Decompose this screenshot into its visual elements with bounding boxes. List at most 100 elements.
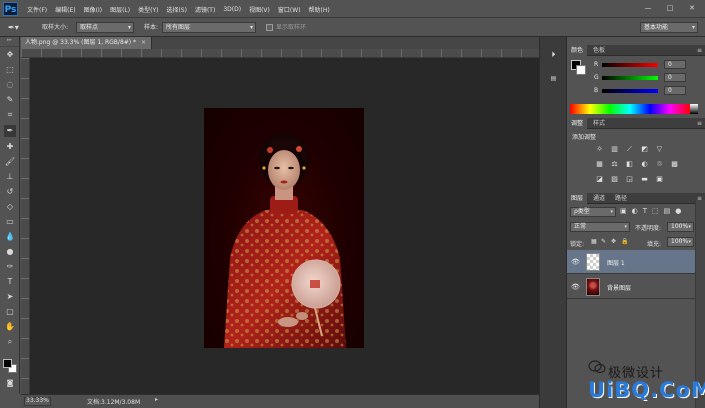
- tab-paths[interactable]: 路径: [611, 193, 631, 204]
- eraser-tool-icon[interactable]: ◇: [4, 201, 16, 213]
- menu-edit[interactable]: 编辑(E): [55, 5, 75, 14]
- gradient-map-icon[interactable]: ▬: [640, 175, 649, 183]
- eyedropper-preset-icon[interactable]: ✒▾: [8, 22, 19, 33]
- gradient-tool-icon[interactable]: ▭: [4, 216, 16, 228]
- green-slider[interactable]: [602, 76, 658, 80]
- document-tab[interactable]: 人物.png @ 33.3% (图层 1, RGB/8#) * ×: [21, 37, 152, 49]
- adjustments-panel-menu-icon[interactable]: ≡: [697, 118, 702, 129]
- eyedropper-tool-icon[interactable]: ✒: [4, 125, 16, 137]
- color-panel-menu-icon[interactable]: ≡: [697, 45, 702, 56]
- close-button[interactable]: ✕: [685, 3, 699, 14]
- blur-tool-icon[interactable]: 💧: [4, 231, 16, 243]
- menu-help[interactable]: 帮助(H): [309, 5, 330, 14]
- blend-mode-dropdown[interactable]: 正常: [570, 222, 630, 232]
- tab-layers[interactable]: 图层: [567, 193, 588, 204]
- menu-3d[interactable]: 3D(D): [223, 6, 241, 13]
- menu-window[interactable]: 窗口(W): [278, 5, 301, 14]
- filter-shape-icon[interactable]: ⬚: [652, 207, 659, 215]
- clone-stamp-tool-icon[interactable]: ⊥: [4, 171, 16, 183]
- filter-type-icon[interactable]: T: [643, 207, 647, 215]
- visibility-eye-icon[interactable]: 👁: [571, 258, 580, 266]
- threshold-icon[interactable]: ◲: [625, 175, 634, 183]
- lock-all-icon[interactable]: 🔒: [621, 238, 628, 245]
- exposure-icon[interactable]: ◩: [640, 145, 649, 153]
- lock-move-icon[interactable]: ✥: [611, 238, 616, 245]
- layers-scrollbar[interactable]: [695, 200, 705, 408]
- sample-size-dropdown[interactable]: 取样点: [76, 22, 134, 33]
- move-tool-icon[interactable]: ✥: [4, 49, 16, 61]
- lock-paint-icon[interactable]: ✎: [601, 238, 606, 245]
- zoom-tool-icon[interactable]: ⌕: [4, 336, 16, 348]
- color-panel-background-swatch[interactable]: [576, 65, 586, 75]
- curves-icon[interactable]: ⟋: [625, 145, 634, 153]
- sample-dropdown[interactable]: 所有图层: [162, 22, 256, 33]
- tools-grip[interactable]: ▸▸: [0, 37, 19, 47]
- spot-heal-tool-icon[interactable]: ✚: [4, 141, 16, 153]
- lasso-tool-icon[interactable]: ◌: [4, 79, 16, 91]
- blue-value[interactable]: 0: [664, 86, 686, 95]
- tab-channels[interactable]: 通道: [589, 193, 609, 204]
- menu-type[interactable]: 类型(Y): [138, 5, 158, 14]
- history-panel-icon[interactable]: ⏵: [547, 49, 560, 61]
- menu-filter[interactable]: 滤镜(T): [195, 5, 215, 14]
- lock-transparent-icon[interactable]: ▦: [591, 238, 597, 245]
- status-menu-arrow-icon[interactable]: ▸: [155, 396, 158, 403]
- show-ring-checkbox[interactable]: [266, 24, 273, 31]
- document-tab-close-icon[interactable]: ×: [141, 39, 146, 46]
- menu-layer[interactable]: 图层(L): [110, 5, 130, 14]
- menu-file[interactable]: 文件(F): [27, 5, 47, 14]
- workspace-dropdown[interactable]: 基本功能: [640, 22, 698, 33]
- photo-filter-icon[interactable]: ◐: [640, 160, 649, 168]
- color-balance-icon[interactable]: ⚖: [610, 160, 619, 168]
- brush-tool-icon[interactable]: 🖌: [4, 156, 16, 168]
- document-image[interactable]: [204, 108, 364, 348]
- layer-row[interactable]: 👁 背景图层: [567, 275, 695, 299]
- invert-icon[interactable]: ◪: [595, 175, 604, 183]
- path-select-tool-icon[interactable]: ➤: [4, 291, 16, 303]
- visibility-eye-icon[interactable]: 👁: [571, 283, 580, 291]
- history-brush-tool-icon[interactable]: ↺: [4, 186, 16, 198]
- tab-styles[interactable]: 样式: [589, 118, 609, 129]
- tab-swatches[interactable]: 色板: [589, 45, 609, 56]
- minimize-button[interactable]: —: [641, 3, 655, 14]
- color-lookup-icon[interactable]: ▩: [670, 160, 679, 168]
- filter-toggle-icon[interactable]: ●: [675, 207, 681, 215]
- levels-icon[interactable]: ▥: [610, 145, 619, 153]
- opacity-input[interactable]: 100%: [667, 222, 694, 232]
- channel-mixer-icon[interactable]: ♲: [655, 160, 664, 168]
- dodge-tool-icon[interactable]: ●: [4, 246, 16, 258]
- type-tool-icon[interactable]: T: [4, 276, 16, 288]
- brightness-icon[interactable]: ☼: [595, 145, 604, 153]
- marquee-tool-icon[interactable]: ⬚: [4, 64, 16, 76]
- filter-smart-icon[interactable]: ▤: [664, 207, 671, 215]
- foreground-color-swatch[interactable]: [3, 359, 12, 368]
- menu-image[interactable]: 图像(I): [84, 5, 102, 14]
- canvas-area[interactable]: [30, 58, 539, 394]
- quick-mask-icon[interactable]: ◙: [4, 377, 16, 389]
- pen-tool-icon[interactable]: ✑: [4, 261, 16, 273]
- selective-color-icon[interactable]: ▣: [655, 175, 664, 183]
- filter-adjust-icon[interactable]: ◐: [632, 207, 638, 215]
- red-slider[interactable]: [602, 63, 658, 67]
- posterize-icon[interactable]: ▨: [610, 175, 619, 183]
- menu-select[interactable]: 选择(S): [166, 5, 187, 14]
- green-value[interactable]: 0: [664, 73, 686, 82]
- quick-select-tool-icon[interactable]: ✎: [4, 94, 16, 106]
- menu-view[interactable]: 视图(V): [249, 5, 270, 14]
- color-spectrum-ramp[interactable]: [570, 104, 690, 114]
- crop-tool-icon[interactable]: ⌗: [4, 109, 16, 121]
- layer-row[interactable]: 👁 图层 1: [567, 250, 695, 274]
- vibrance-icon[interactable]: ▽: [655, 145, 664, 153]
- tab-adjustments[interactable]: 调整: [567, 118, 588, 129]
- filter-pixel-icon[interactable]: ▣: [620, 207, 627, 215]
- red-value[interactable]: 0: [664, 60, 686, 69]
- grayscale-ramp[interactable]: [690, 104, 698, 114]
- fill-input[interactable]: 100%: [667, 237, 694, 247]
- blue-slider[interactable]: [602, 89, 658, 93]
- rectangle-tool-icon[interactable]: ▢: [4, 306, 16, 318]
- hand-tool-icon[interactable]: ✋: [4, 321, 16, 333]
- black-white-icon[interactable]: ◧: [625, 160, 634, 168]
- properties-panel-icon[interactable]: ▤: [547, 73, 560, 85]
- layer-filter-kind[interactable]: ρ类型: [570, 207, 616, 217]
- hue-saturation-icon[interactable]: ▦: [595, 160, 604, 168]
